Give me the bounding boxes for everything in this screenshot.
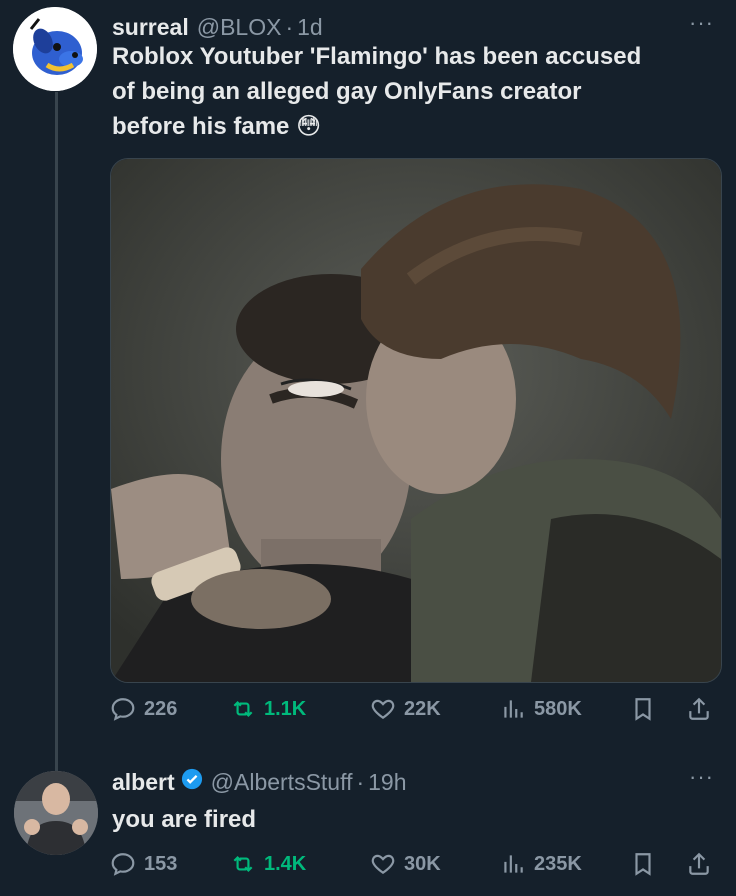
repost-button[interactable]: 1.1K xyxy=(230,696,370,722)
more-options-button[interactable]: ··· xyxy=(689,764,714,790)
views-bar-chart-icon xyxy=(504,855,523,873)
view-count: 580K xyxy=(534,697,582,720)
timestamp[interactable]: 19h xyxy=(368,769,406,796)
reply-header: albert @AlbertsStuff · 19h xyxy=(112,768,407,796)
like-count: 22K xyxy=(404,697,441,720)
tweet-text: Roblox Youtuber 'Flamingo' has been accu… xyxy=(112,39,641,144)
share-button[interactable] xyxy=(680,696,720,722)
like-count: 30K xyxy=(404,852,441,875)
handle[interactable]: @BLOX xyxy=(197,14,282,41)
separator: · xyxy=(356,768,365,795)
display-name[interactable]: albert xyxy=(112,769,175,796)
tweet-text-line: Roblox Youtuber 'Flamingo' has been accu… xyxy=(112,43,642,70)
timestamp[interactable]: 1d xyxy=(297,14,323,41)
tweet-action-bar: 226 1.1K 22K 580K xyxy=(110,696,720,722)
tweet-header: surreal @BLOX · 1d xyxy=(112,14,323,41)
avatar[interactable] xyxy=(13,7,97,91)
views-bar-chart-icon xyxy=(504,700,523,718)
reply-icon xyxy=(111,853,135,876)
reply-action-bar: 153 1.4K 30K 235K xyxy=(110,851,720,877)
bookmark-button[interactable] xyxy=(630,851,680,877)
repost-icon xyxy=(233,700,253,718)
bookmark-icon xyxy=(635,853,651,876)
flushed-emoji: 😳 xyxy=(296,113,322,140)
views-button[interactable]: 235K xyxy=(500,851,630,877)
thread-line xyxy=(55,92,58,772)
heart-icon xyxy=(371,699,395,719)
reply-button[interactable]: 153 xyxy=(110,851,230,877)
tweet-text-line: before his fame 😳 xyxy=(112,113,322,140)
avatar[interactable] xyxy=(14,771,98,855)
like-button[interactable]: 30K xyxy=(370,851,500,877)
repost-button[interactable]: 1.4K xyxy=(230,851,370,877)
tweet-text-line: of being an alleged gay OnlyFans creator xyxy=(112,78,582,105)
photo xyxy=(111,159,721,682)
repost-icon xyxy=(233,855,253,873)
bookmark-icon xyxy=(635,698,651,721)
like-button[interactable]: 22K xyxy=(370,696,500,722)
reply-icon xyxy=(111,698,135,721)
display-name[interactable]: surreal xyxy=(112,14,189,41)
verified-badge-icon xyxy=(181,768,203,796)
views-button[interactable]: 580K xyxy=(500,696,630,722)
reply-button[interactable]: 226 xyxy=(110,696,230,722)
repost-count: 1.4K xyxy=(264,852,307,875)
share-button[interactable] xyxy=(680,851,720,877)
handle[interactable]: @AlbertsStuff xyxy=(211,769,353,796)
dog-mascot-avatar-image xyxy=(13,7,97,91)
reply-text: you are fired xyxy=(112,806,257,833)
reply-count: 153 xyxy=(144,852,178,875)
heart-icon xyxy=(371,854,395,874)
repost-count: 1.1K xyxy=(264,697,307,720)
separator: · xyxy=(285,14,294,40)
share-icon xyxy=(689,852,709,875)
share-icon xyxy=(689,697,709,720)
view-count: 235K xyxy=(534,852,582,875)
bookmark-button[interactable] xyxy=(630,696,680,722)
more-options-button[interactable]: ··· xyxy=(689,10,714,36)
tweet-image[interactable] xyxy=(110,158,722,683)
man-thumbs-up-avatar-image xyxy=(14,771,98,855)
reply-count: 226 xyxy=(144,697,178,720)
